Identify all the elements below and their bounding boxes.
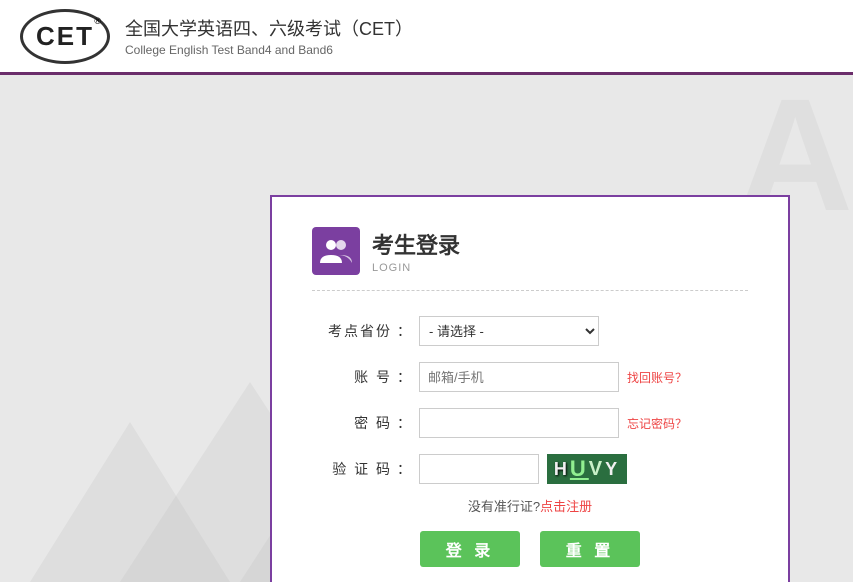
password-input[interactable] <box>419 408 619 438</box>
captcha-input[interactable] <box>419 454 539 484</box>
province-row: 考点省份 ： - 请选择 - <box>312 316 748 346</box>
btn-row: 登 录 重 置 <box>312 531 748 567</box>
password-colon: ： <box>397 413 411 433</box>
captcha-char-u: U <box>570 456 589 482</box>
register-link-row: 没有准行证?点击注册 <box>312 496 748 515</box>
forgot-password-link[interactable]: 忘记密码？ <box>627 415 687 432</box>
captcha-char-v: V <box>589 458 605 481</box>
password-row: 密 码 ： 忘记密码？ <box>312 408 748 438</box>
logo-registered: ® <box>94 16 101 26</box>
header-subtitle: College English Test Band4 and Band6 <box>125 43 413 57</box>
password-label: 密 码 <box>312 413 392 433</box>
captcha-char-h: H <box>554 459 570 480</box>
captcha-colon: ： <box>397 459 411 479</box>
province-select[interactable]: - 请选择 - <box>419 316 599 346</box>
captcha-char-y: Y <box>605 459 620 480</box>
login-title-block: 考生登录 LOGIN <box>372 228 460 274</box>
login-box: 考生登录 LOGIN 考点省份 ： - 请选择 - 账 号 ： 找回账号？ 密 … <box>270 195 790 582</box>
captcha-label: 验 证 码 <box>312 459 392 479</box>
account-label: 账 号 <box>312 367 392 387</box>
logo-text: CET <box>36 21 94 52</box>
login-header: 考生登录 LOGIN <box>312 227 748 291</box>
register-link[interactable]: 点击注册 <box>540 499 592 514</box>
province-label: 考点省份 <box>312 321 392 341</box>
login-title-zh: 考生登录 <box>372 228 460 260</box>
account-input[interactable] <box>419 362 619 392</box>
account-row: 账 号 ： 找回账号？ <box>312 362 748 392</box>
account-colon: ： <box>397 367 411 387</box>
header-text-block: 全国大学英语四、六级考试（CET） College English Test B… <box>125 15 413 57</box>
logo-wrapper: CET ® 全国大学英语四、六级考试（CET） College English … <box>20 9 413 64</box>
captcha-image[interactable]: H U V Y <box>547 454 627 484</box>
captcha-row: 验 证 码 ： H U V Y <box>312 454 748 484</box>
login-title-en: LOGIN <box>372 262 460 274</box>
logo-oval: CET ® <box>20 9 110 64</box>
province-colon: ： <box>397 321 411 341</box>
page-header: CET ® 全国大学英语四、六级考试（CET） College English … <box>0 0 853 75</box>
users-svg-icon <box>320 237 352 265</box>
background-area: A 考生登录 LOGIN 考点省份 ： - 请选择 - <box>0 75 853 582</box>
login-button[interactable]: 登 录 <box>420 531 520 567</box>
header-title: 全国大学英语四、六级考试（CET） <box>125 15 413 41</box>
find-account-link[interactable]: 找回账号？ <box>627 369 687 386</box>
login-user-icon <box>312 227 360 275</box>
no-account-text: 没有准行证? <box>468 499 540 514</box>
reset-button[interactable]: 重 置 <box>540 531 640 567</box>
